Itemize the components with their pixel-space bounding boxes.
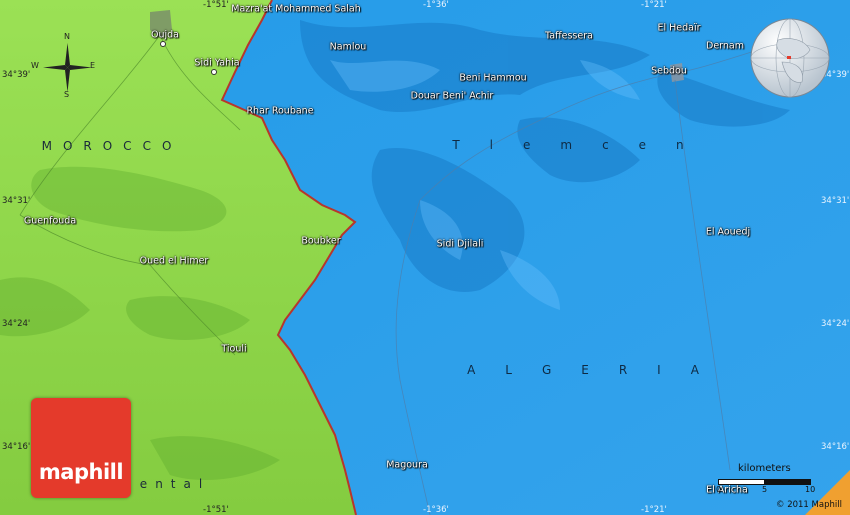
place-tiouli[interactable]: Tiouli — [221, 344, 246, 355]
scale-tick-0: 0 — [716, 485, 722, 494]
place-rhar-roubane[interactable]: Rhar Roubane — [246, 106, 313, 117]
coord-lat-left-4: 34°16' — [2, 442, 31, 452]
region-label-tlemcen: Tlemcen — [452, 138, 714, 152]
place-el-aouedj[interactable]: El Aouedj — [706, 227, 750, 238]
scale-tick-10: 10 — [805, 485, 816, 494]
coord-lon-top-3: -1°21' — [641, 0, 667, 10]
scale-title: kilometers — [738, 463, 791, 474]
place-taffessera[interactable]: Taffessera — [545, 31, 593, 42]
place-oujda[interactable]: Oujda — [151, 30, 179, 41]
place-douar-beni-achir[interactable]: Douar Beni' Achir — [411, 91, 494, 102]
compass-e: E — [90, 61, 96, 70]
place-mazraat[interactable]: Mazra'at Mohammed Salah — [231, 4, 361, 15]
compass-n: N — [64, 32, 70, 41]
compass-w: W — [31, 61, 39, 70]
coord-lat-right-4: 34°16' — [821, 442, 850, 452]
locator-globe-icon — [750, 18, 830, 98]
coord-lat-right-2: 34°31' — [821, 196, 850, 206]
copyright-text: © 2011 Maphill — [776, 500, 842, 510]
place-sebdou[interactable]: Sebdou — [651, 66, 687, 77]
place-dernam[interactable]: Dernam — [706, 41, 744, 52]
coord-lon-bottom-2: -1°36' — [423, 505, 449, 515]
place-sidi-yahia-marker — [211, 69, 217, 75]
coord-lon-bottom-3: -1°21' — [641, 505, 667, 515]
place-beni-hammou[interactable]: Beni Hammou — [459, 73, 526, 84]
place-guenfouda[interactable]: Guenfouda — [24, 216, 76, 227]
coord-lon-top-1: -1°51' — [203, 0, 229, 10]
map-canvas[interactable]: N S W E MOROCCO ALGERIA Tlemcen ental Ou… — [0, 0, 850, 515]
compass-rose-icon: N S W E — [31, 32, 96, 99]
coord-lat-right-3: 34°24' — [821, 319, 850, 329]
maphill-logo[interactable]: maphill — [31, 398, 131, 498]
place-oujda-marker — [160, 41, 166, 47]
coord-lat-left-2: 34°31' — [2, 196, 31, 206]
place-el-hedair[interactable]: El Hedaïr — [657, 23, 700, 34]
scale-segment-2 — [764, 479, 811, 485]
coord-lon-bottom-1: -1°51' — [203, 505, 229, 515]
coord-lat-left-1: 34°39' — [2, 70, 31, 80]
coord-lat-left-3: 34°24' — [2, 319, 31, 329]
scale-tick-5: 5 — [762, 485, 768, 494]
scale-segment-1 — [718, 479, 765, 485]
scale-bar: kilometers 0 5 10 — [716, 463, 838, 494]
place-namlou[interactable]: Namlou — [330, 42, 367, 53]
country-label-algeria: ALGERIA — [467, 363, 729, 377]
place-magoura[interactable]: Magoura — [386, 460, 428, 471]
place-oued-el-himer[interactable]: Oued el Himer — [140, 256, 209, 267]
coord-lon-top-2: -1°36' — [423, 0, 449, 10]
region-label-oriental: ental — [139, 477, 211, 491]
place-sidi-djilali[interactable]: Sidi Djilali — [437, 239, 484, 250]
place-boubker[interactable]: Boubker — [301, 236, 340, 247]
country-label-morocco: MOROCCO — [41, 139, 183, 153]
compass-s: S — [64, 90, 70, 99]
logo-text: maphill — [38, 460, 124, 484]
place-sidi-yahia[interactable]: Sidi Yahia — [194, 58, 239, 69]
